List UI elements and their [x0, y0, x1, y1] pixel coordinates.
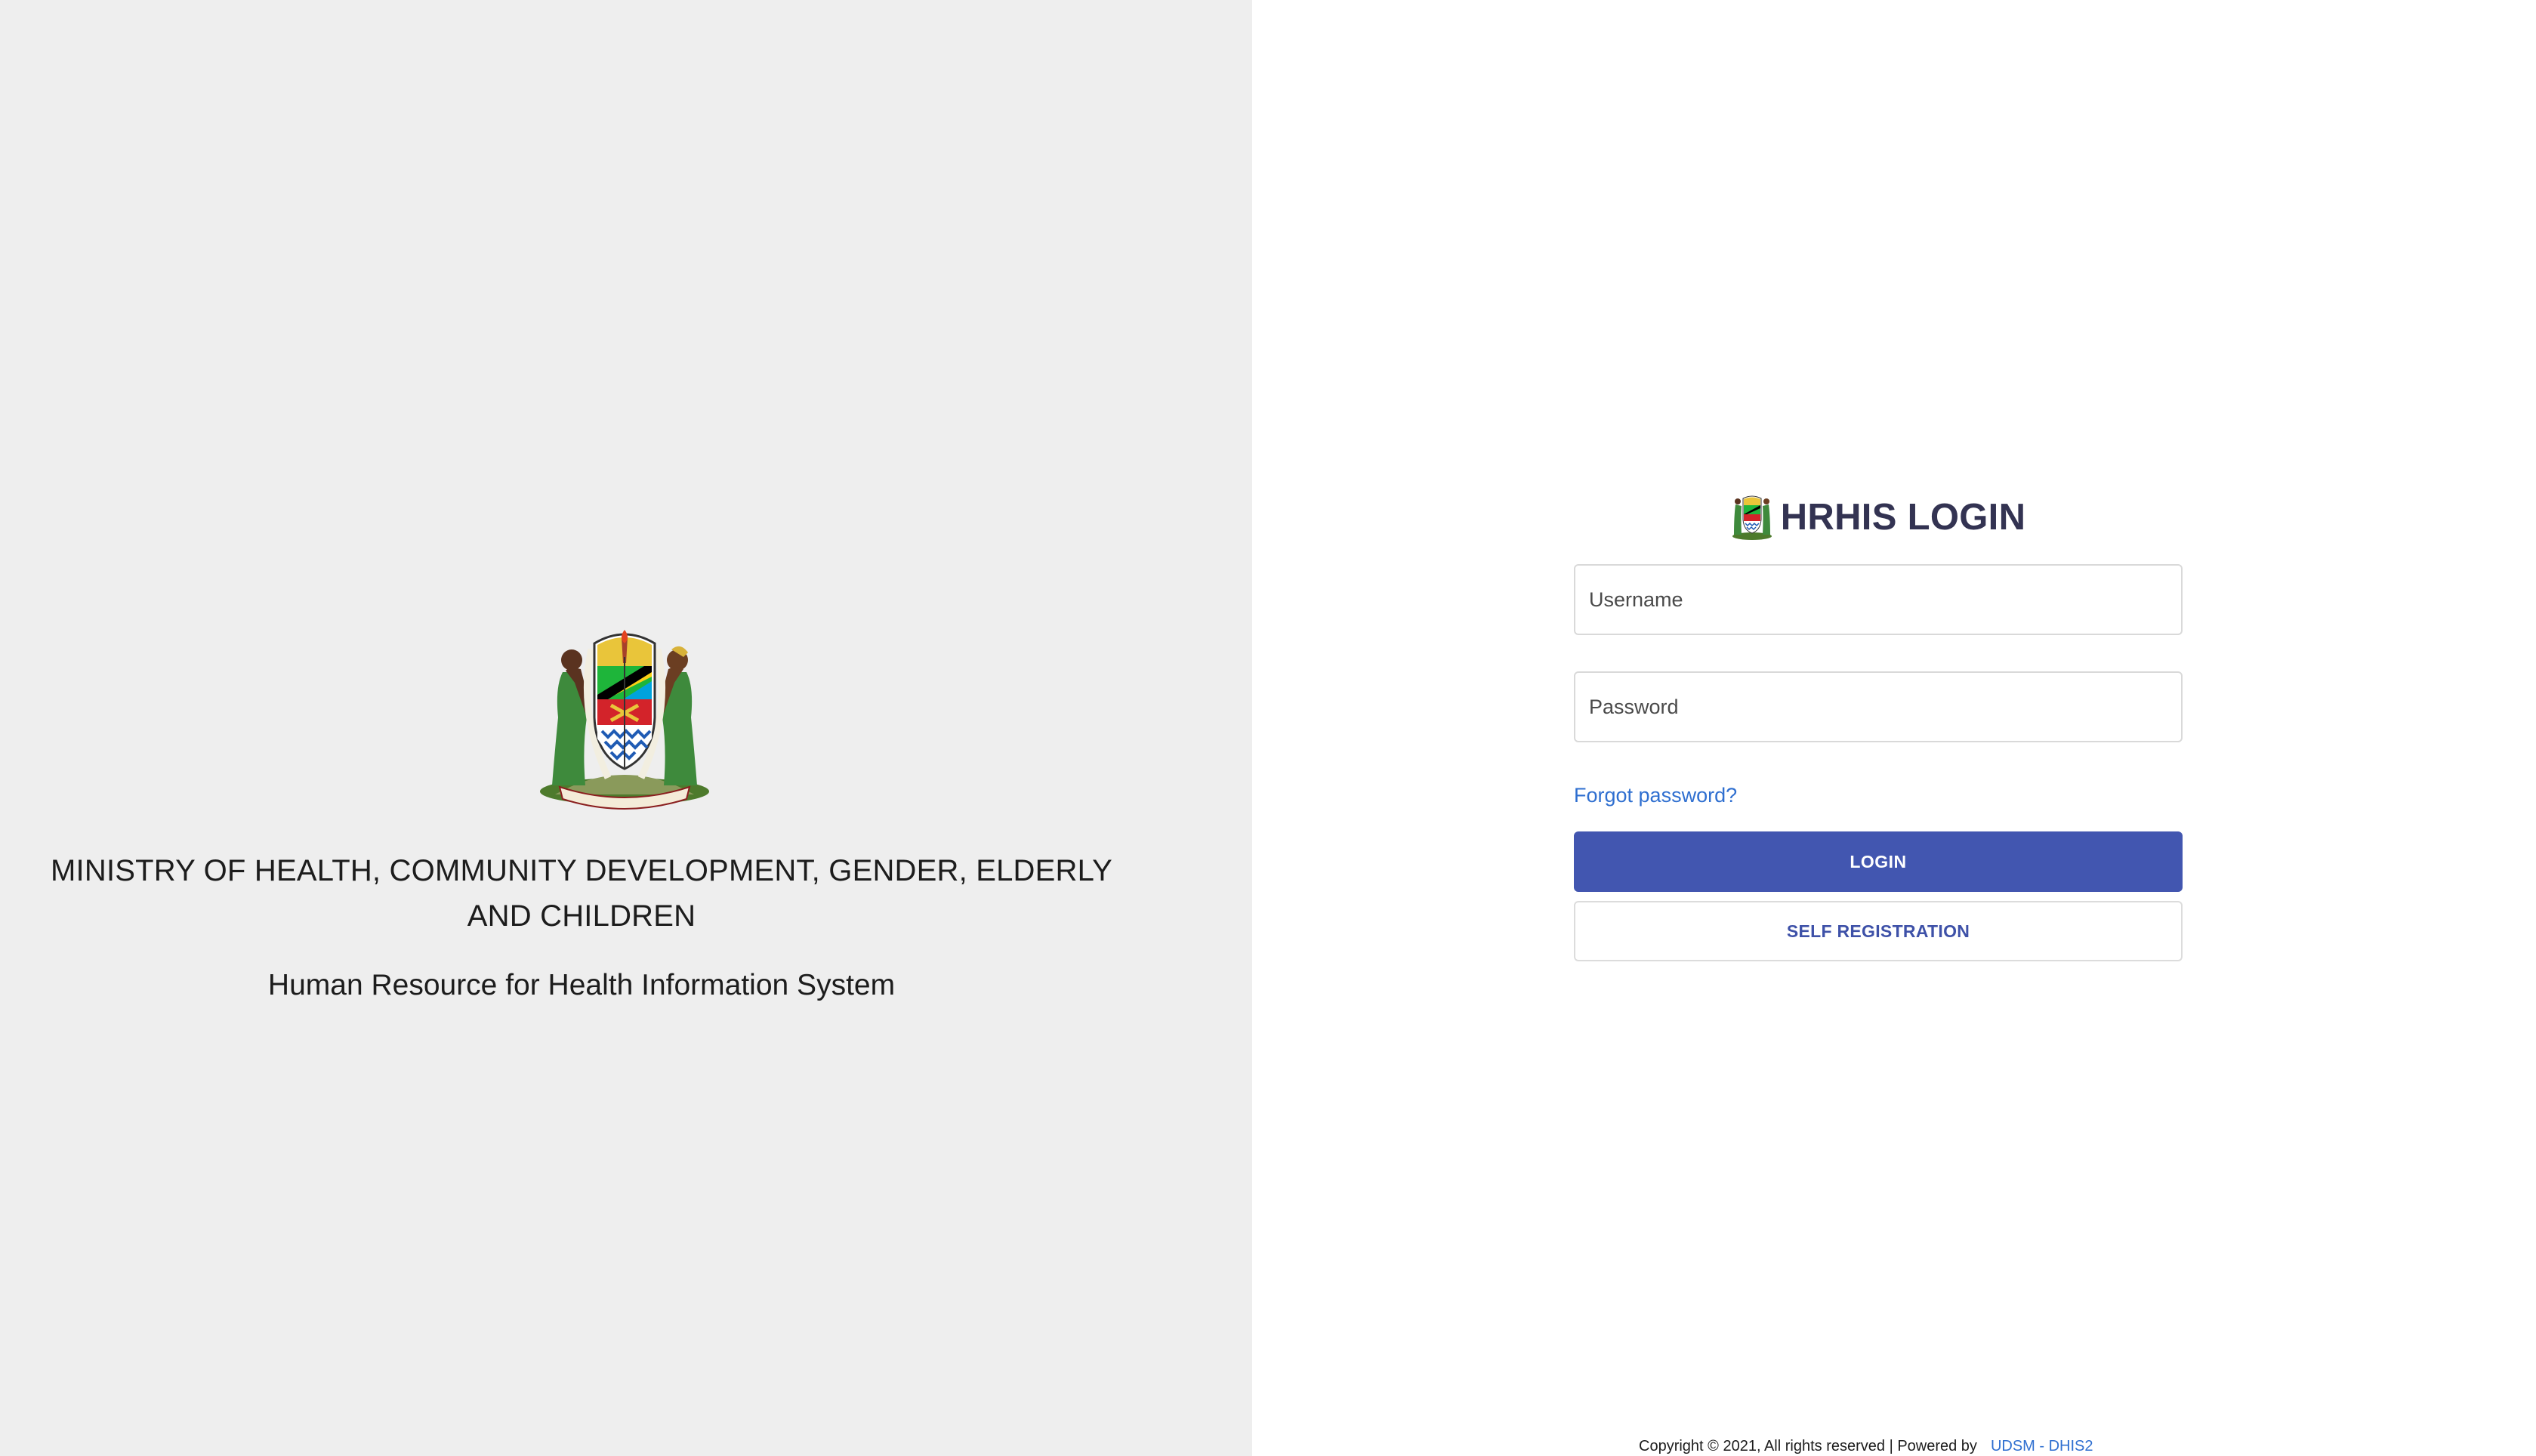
login-button[interactable]: LOGIN [1574, 831, 2183, 892]
login-page: MINISTRY OF HEALTH, COMMUNITY DEVELOPMEN… [0, 0, 2536, 1456]
self-registration-button[interactable]: SELF REGISTRATION [1574, 901, 2183, 961]
forgot-password-link[interactable]: Forgot password? [1574, 784, 1737, 807]
coat-of-arms-icon [1731, 494, 1773, 541]
username-input[interactable] [1574, 564, 2183, 635]
powered-by-link[interactable]: UDSM - DHIS2 [1991, 1438, 2093, 1455]
footer: Copyright © 2021, All rights reserved | … [1639, 1436, 2167, 1456]
password-input[interactable] [1574, 671, 2183, 742]
login-heading: HRHIS LOGIN [1574, 491, 2183, 544]
ministry-title: MINISTRY OF HEALTH, COMMUNITY DEVELOPMEN… [51, 854, 1112, 933]
coat-of-arms-icon [532, 627, 717, 811]
branding-panel: MINISTRY OF HEALTH, COMMUNITY DEVELOPMEN… [0, 0, 1252, 1456]
system-subtitle: Human Resource for Health Information Sy… [267, 969, 896, 1001]
copyright-text: Copyright © 2021, All rights reserved | … [1639, 1437, 1977, 1454]
login-title: HRHIS LOGIN [1780, 497, 2026, 538]
